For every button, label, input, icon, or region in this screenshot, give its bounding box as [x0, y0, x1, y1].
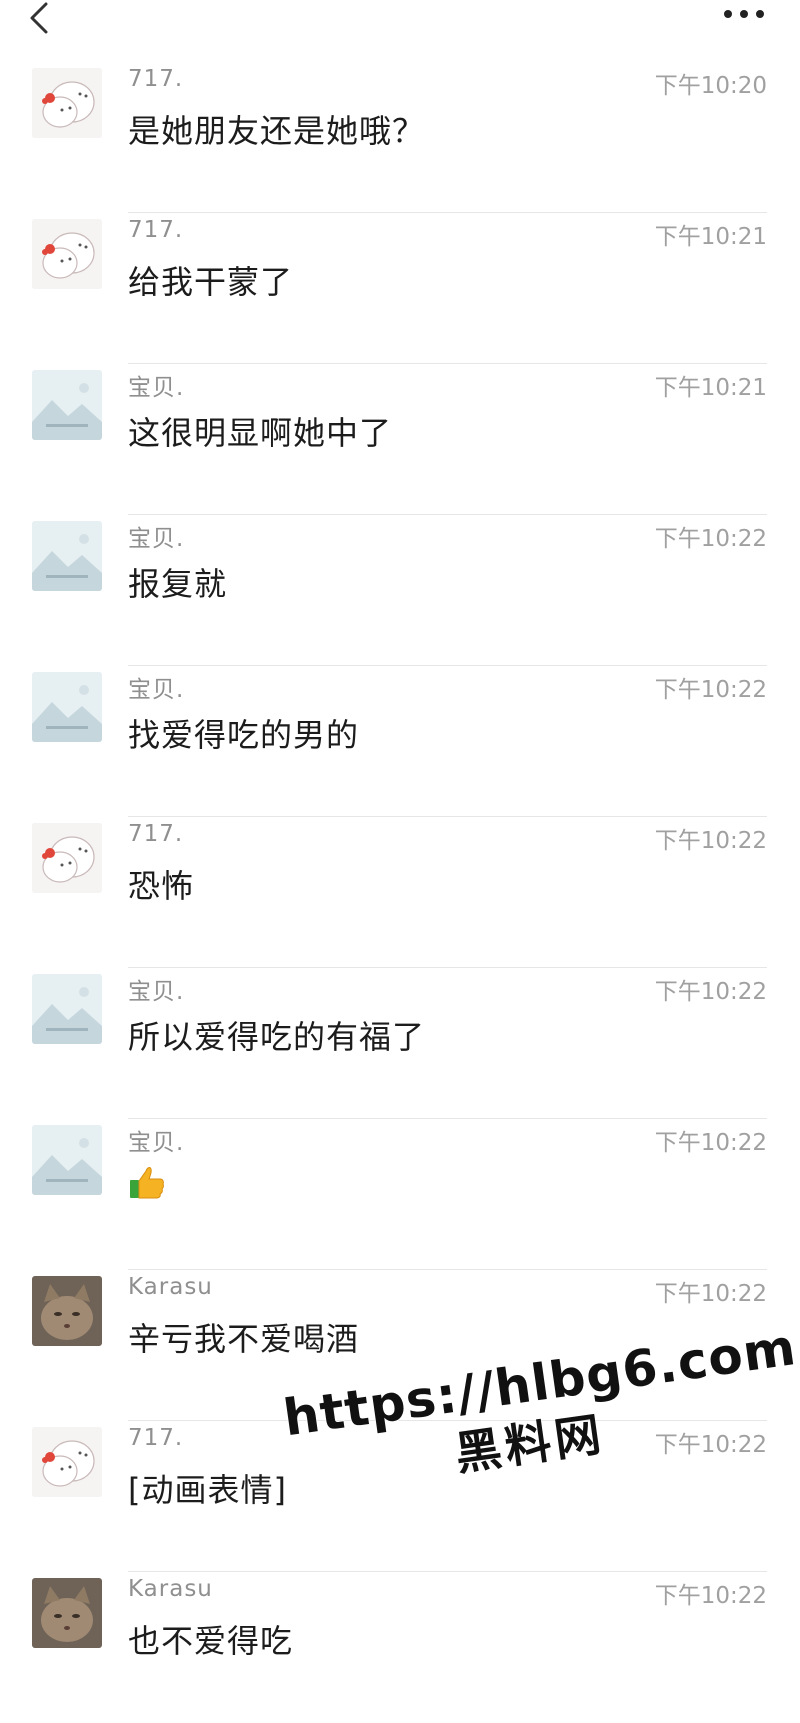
- message-text: 所以爱得吃的有福了: [128, 1018, 426, 1056]
- message-row[interactable]: 717. 下午10:22 [动画表情]: [0, 1421, 800, 1572]
- message-row[interactable]: 717. 下午10:20 是她朋友还是她哦？: [0, 62, 800, 213]
- message-time: 下午10:22: [654, 1432, 767, 1458]
- sender-name: 宝贝.: [128, 1130, 185, 1156]
- message-text: 给我干蒙了: [128, 263, 294, 301]
- message-time: 下午10:22: [654, 1281, 767, 1307]
- sender-name: 宝贝.: [128, 526, 185, 552]
- back-chevron-left-icon[interactable]: [26, 2, 66, 36]
- message-text: [动画表情]: [128, 1471, 287, 1509]
- message-time: 下午10:22: [654, 1583, 767, 1609]
- message-emoji: [128, 1163, 166, 1201]
- message-time: 下午10:20: [654, 73, 767, 99]
- message-row[interactable]: 宝贝. 下午10:22 所以爱得吃的有福了: [0, 968, 800, 1119]
- cartoon-avatar[interactable]: [32, 1427, 102, 1497]
- message-text: 恐怖: [128, 867, 195, 905]
- message-row[interactable]: Karasu 下午10:22 辛亏我不爱喝酒: [0, 1270, 800, 1421]
- message-text: 辛亏我不爱喝酒: [128, 1320, 360, 1358]
- cartoon-avatar-art: [32, 219, 102, 289]
- cat-avatar-art: [32, 1578, 102, 1648]
- message-row[interactable]: 宝贝. 下午10:22 找爱得吃的男的: [0, 666, 800, 817]
- message-text: 找爱得吃的男的: [128, 716, 360, 754]
- message-time: 下午10:22: [654, 979, 767, 1005]
- landscape-avatar-art: [32, 370, 102, 440]
- cartoon-avatar[interactable]: [32, 823, 102, 893]
- top-bar: [0, 0, 800, 62]
- message-row[interactable]: Karasu 下午10:22 也不爱得吃: [0, 1572, 800, 1723]
- cartoon-avatar[interactable]: [32, 219, 102, 289]
- thumbs-up-icon: [130, 1167, 164, 1199]
- message-time: 下午10:21: [654, 224, 767, 250]
- cartoon-avatar[interactable]: [32, 68, 102, 138]
- message-time: 下午10:21: [654, 375, 767, 401]
- cat-avatar[interactable]: [32, 1578, 102, 1648]
- landscape-avatar[interactable]: [32, 1125, 102, 1195]
- landscape-avatar[interactable]: [32, 672, 102, 742]
- cartoon-avatar-art: [32, 68, 102, 138]
- more-dots-icon[interactable]: [722, 6, 766, 22]
- message-time: 下午10:22: [654, 526, 767, 552]
- sender-name: Karasu: [128, 1274, 213, 1300]
- sender-name: 宝贝.: [128, 375, 185, 401]
- cartoon-avatar-art: [32, 1427, 102, 1497]
- sender-name: 717.: [128, 1425, 184, 1451]
- sender-name: 宝贝.: [128, 979, 185, 1005]
- message-row[interactable]: 宝贝. 下午10:21 这很明显啊她中了: [0, 364, 800, 515]
- message-text: 这很明显啊她中了: [128, 414, 393, 452]
- message-row[interactable]: 717. 下午10:22 恐怖: [0, 817, 800, 968]
- message-time: 下午10:22: [654, 1130, 767, 1156]
- message-row[interactable]: 717. 下午10:21 给我干蒙了: [0, 213, 800, 364]
- message-row[interactable]: 宝贝. 下午10:22 报复就: [0, 515, 800, 666]
- landscape-avatar-art: [32, 672, 102, 742]
- landscape-avatar[interactable]: [32, 521, 102, 591]
- landscape-avatar-art: [32, 1125, 102, 1195]
- sender-name: 717.: [128, 217, 184, 243]
- cat-avatar-art: [32, 1276, 102, 1346]
- cartoon-avatar-art: [32, 823, 102, 893]
- message-time: 下午10:22: [654, 677, 767, 703]
- sender-name: 717.: [128, 66, 184, 92]
- cat-avatar[interactable]: [32, 1276, 102, 1346]
- message-text: 也不爱得吃: [128, 1622, 294, 1660]
- landscape-avatar[interactable]: [32, 974, 102, 1044]
- message-list: 717. 下午10:20 是她朋友还是她哦？ 717. 下午10:21 给我干蒙…: [0, 62, 800, 1723]
- sender-name: Karasu: [128, 1576, 213, 1602]
- sender-name: 宝贝.: [128, 677, 185, 703]
- sender-name: 717.: [128, 821, 184, 847]
- message-text: 是她朋友还是她哦？: [128, 112, 426, 150]
- message-row[interactable]: 宝贝. 下午10:22: [0, 1119, 800, 1270]
- landscape-avatar[interactable]: [32, 370, 102, 440]
- landscape-avatar-art: [32, 521, 102, 591]
- message-text: 报复就: [128, 565, 228, 603]
- landscape-avatar-art: [32, 974, 102, 1044]
- message-time: 下午10:22: [654, 828, 767, 854]
